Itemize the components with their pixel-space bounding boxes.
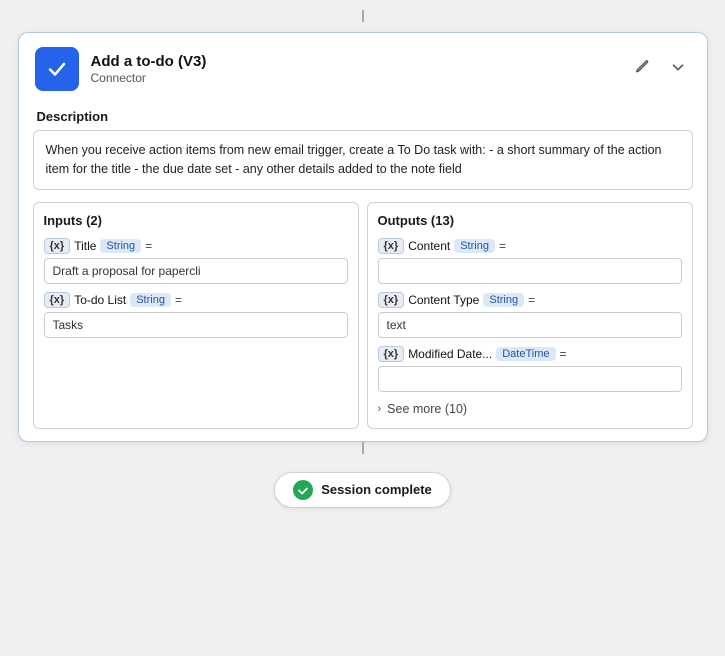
output-contenttype-name: Content Type <box>408 293 479 307</box>
input-todolist-tag: {x} <box>44 292 71 308</box>
bottom-connector-line <box>362 442 364 454</box>
input-title-value[interactable] <box>44 258 348 284</box>
see-more-chevron-icon: › <box>378 403 382 415</box>
inputs-column: Inputs (2) {x} Title String = {x} To-do … <box>33 202 359 429</box>
output-modifieddate-tag: {x} <box>378 346 405 362</box>
connector-icon <box>35 47 79 91</box>
output-contenttype-value[interactable] <box>378 312 682 338</box>
collapse-icon[interactable] <box>665 56 691 83</box>
session-complete-bar: Session complete <box>274 472 451 508</box>
output-field-content: {x} Content String = <box>378 238 682 284</box>
output-modifieddate-eq: = <box>560 347 567 361</box>
session-complete-label: Session complete <box>321 482 432 497</box>
output-content-tag-row: {x} Content String = <box>378 238 682 254</box>
session-complete-pill: Session complete <box>274 472 451 508</box>
input-todolist-type: String <box>130 293 171 307</box>
header-actions <box>629 56 691 83</box>
output-contenttype-tag-row: {x} Content Type String = <box>378 292 682 308</box>
card-header: Add a to-do (V3) Connector <box>19 33 707 101</box>
see-more-row[interactable]: › See more (10) <box>378 402 682 416</box>
input-title-type: String <box>100 239 141 253</box>
output-modifieddate-tag-row: {x} Modified Date... DateTime = <box>378 346 682 362</box>
input-title-tag: {x} <box>44 238 71 254</box>
input-todolist-value[interactable] <box>44 312 348 338</box>
output-contenttype-tag: {x} <box>378 292 405 308</box>
see-more-label: See more (10) <box>387 402 467 416</box>
output-modifieddate-type: DateTime <box>496 347 555 361</box>
connector-card: Add a to-do (V3) Connector Description W… <box>18 32 708 442</box>
output-content-eq: = <box>499 239 506 253</box>
input-todolist-tag-row: {x} To-do List String = <box>44 292 348 308</box>
input-title-name: Title <box>74 239 96 253</box>
output-content-value[interactable] <box>378 258 682 284</box>
description-text: When you receive action items from new e… <box>33 130 693 190</box>
outputs-title: Outputs (13) <box>378 213 682 228</box>
output-field-contenttype: {x} Content Type String = <box>378 292 682 338</box>
output-modifieddate-name: Modified Date... <box>408 347 492 361</box>
inputs-title: Inputs (2) <box>44 213 348 228</box>
input-title-tag-row: {x} Title String = <box>44 238 348 254</box>
output-content-tag: {x} <box>378 238 405 254</box>
description-section-title: Description <box>19 101 707 130</box>
input-field-title: {x} Title String = <box>44 238 348 284</box>
io-section: Inputs (2) {x} Title String = {x} To-do … <box>33 202 693 429</box>
outputs-column: Outputs (13) {x} Content String = {x} Co… <box>367 202 693 429</box>
output-contenttype-type: String <box>483 293 524 307</box>
card-title: Add a to-do (V3) <box>91 53 629 70</box>
input-todolist-eq: = <box>175 293 182 307</box>
edit-icon[interactable] <box>629 56 655 83</box>
output-contenttype-eq: = <box>528 293 535 307</box>
output-content-name: Content <box>408 239 450 253</box>
input-todolist-name: To-do List <box>74 293 126 307</box>
session-complete-check-icon <box>293 480 313 500</box>
output-modifieddate-value[interactable] <box>378 366 682 392</box>
output-field-modifieddate: {x} Modified Date... DateTime = <box>378 346 682 392</box>
top-connector-line <box>362 10 364 22</box>
output-content-type: String <box>454 239 495 253</box>
input-title-eq: = <box>145 239 152 253</box>
input-field-todolist: {x} To-do List String = <box>44 292 348 338</box>
header-text: Add a to-do (V3) Connector <box>91 53 629 85</box>
card-subtitle: Connector <box>91 71 629 85</box>
